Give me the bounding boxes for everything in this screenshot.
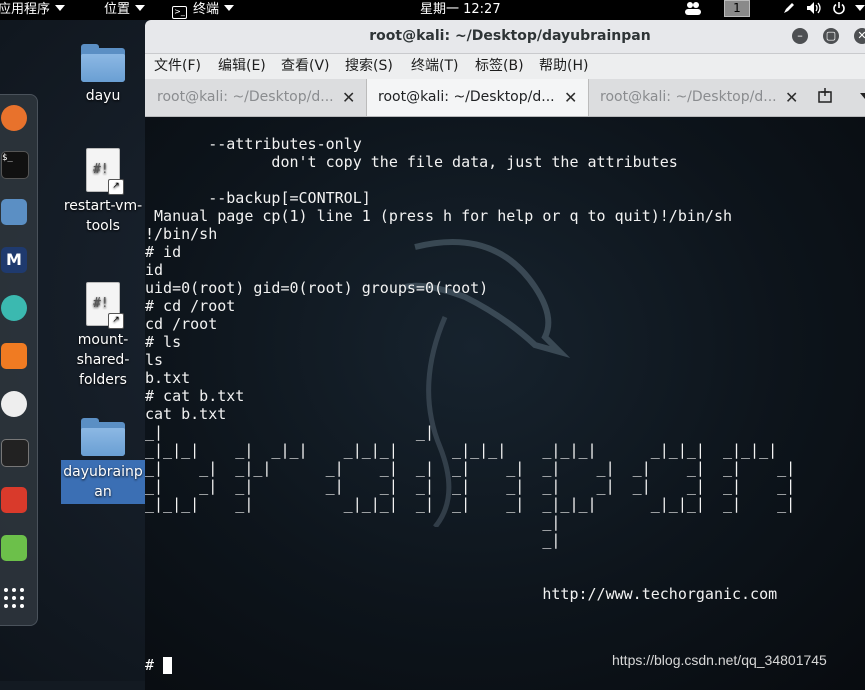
minimize-button[interactable]: – (792, 28, 808, 44)
tab-2[interactable]: root@kali: ~/Desktop/d... ✕ (366, 79, 589, 116)
desktop: 应用程序 位置 >_ 终端 星期一 12:27 1 $_ M dayu #! ↗… (0, 0, 865, 690)
tab-bar: root@kali: ~/Desktop/d... ✕ root@kali: ~… (145, 79, 865, 117)
menu-file[interactable]: 文件(F) (154, 54, 201, 79)
close-tab-icon[interactable]: ✕ (785, 79, 798, 116)
tab-3[interactable]: root@kali: ~/Desktop/d... ✕ (588, 79, 809, 116)
menu-search[interactable]: 搜索(S) (345, 54, 393, 79)
desktop-icon-dayu[interactable]: dayu (61, 44, 145, 106)
dock: $_ M (0, 94, 38, 626)
menu-tabs[interactable]: 标签(B) (475, 54, 524, 79)
terminal-icon: >_ (172, 6, 187, 19)
shell-prompt: # (145, 656, 155, 674)
desktop-icon-restart-vm-tools[interactable]: #! ↗ restart-vm-tools (61, 148, 145, 236)
text-cursor (163, 657, 172, 674)
armitage-icon[interactable] (1, 295, 27, 321)
show-apps-icon[interactable] (1, 585, 27, 611)
files-icon[interactable] (1, 199, 27, 225)
terminal-app-menu[interactable]: >_ 终端 (172, 0, 235, 20)
places-menu[interactable]: 位置 (104, 0, 146, 20)
terminal-output: --attributes-only don't copy the file da… (145, 135, 796, 603)
tab-1[interactable]: root@kali: ~/Desktop/d... ✕ (145, 79, 366, 116)
volume-icon[interactable] (806, 0, 824, 20)
desktop-icon-dayubrainpan[interactable]: dayubrainpan (61, 418, 145, 504)
notes-icon[interactable] (1, 535, 27, 561)
maltego-icon[interactable] (1, 391, 27, 417)
title-bar[interactable]: root@kali: ~/Desktop/dayubrainpan – ▢ ✕ (145, 20, 865, 54)
tab-list-icon[interactable] (855, 79, 865, 116)
terminal-window: root@kali: ~/Desktop/dayubrainpan – ▢ ✕ … (145, 20, 865, 690)
window-title: root@kali: ~/Desktop/dayubrainpan (369, 28, 651, 44)
folder-icon (81, 418, 125, 456)
firefox-icon[interactable] (1, 105, 27, 131)
watermark: https://blog.csdn.net/qq_34801745 (612, 652, 827, 668)
new-tab-icon[interactable] (817, 79, 841, 116)
close-tab-icon[interactable]: ✕ (342, 79, 355, 116)
menu-edit[interactable]: 编辑(E) (218, 54, 266, 79)
users-icon[interactable] (684, 0, 702, 20)
beef-icon[interactable] (1, 439, 29, 467)
terminal-content[interactable]: --attributes-only don't copy the file da… (145, 117, 865, 690)
desktop-icon-mount-shared-folders[interactable]: #! ↗ mount-shared-folders (61, 282, 145, 390)
menu-help[interactable]: 帮助(H) (539, 54, 588, 79)
applications-menu[interactable]: 应用程序 (0, 0, 66, 20)
workspace-indicator[interactable]: 1 (724, 0, 750, 17)
script-file-icon: #! ↗ (86, 282, 124, 329)
close-button[interactable]: ✕ (854, 28, 865, 44)
terminal-dock-icon[interactable]: $_ (1, 151, 29, 179)
maximize-button[interactable]: ▢ (823, 28, 839, 44)
script-file-icon: #! ↗ (86, 148, 124, 195)
menu-view[interactable]: 查看(V) (281, 54, 330, 79)
menu-terminal[interactable]: 终端(T) (411, 54, 458, 79)
faraday-icon[interactable] (1, 487, 27, 513)
pen-icon[interactable] (782, 0, 796, 20)
clock[interactable]: 星期一 12:27 (420, 0, 501, 20)
close-tab-icon[interactable]: ✕ (564, 79, 577, 116)
metasploit-icon[interactable]: M (1, 247, 27, 273)
power-icon[interactable] (832, 0, 865, 20)
top-panel: 应用程序 位置 >_ 终端 星期一 12:27 1 (0, 0, 865, 20)
folder-icon (81, 44, 125, 82)
menu-bar: 文件(F) 编辑(E) 查看(V) 搜索(S) 终端(T) 标签(B) 帮助(H… (145, 54, 865, 79)
burpsuite-icon[interactable] (1, 343, 27, 369)
